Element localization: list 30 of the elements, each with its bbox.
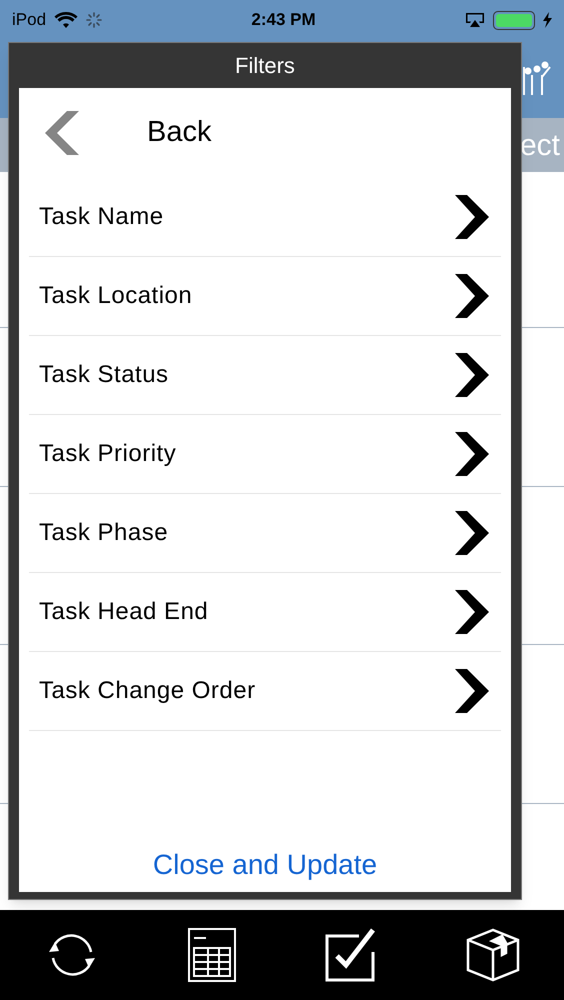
filter-item[interactable]: Task Head End bbox=[29, 573, 501, 652]
back-button[interactable]: Back bbox=[19, 88, 511, 178]
logo-icon bbox=[522, 61, 552, 97]
chevron-right-icon bbox=[455, 669, 489, 713]
wifi-icon bbox=[54, 11, 78, 29]
chevron-right-icon bbox=[455, 590, 489, 634]
spinner-icon bbox=[86, 12, 102, 28]
battery-icon bbox=[493, 10, 535, 30]
chevron-right-icon bbox=[455, 195, 489, 239]
filter-item[interactable]: Task Status bbox=[29, 336, 501, 415]
clock-time: 2:43 PM bbox=[251, 9, 316, 32]
filter-item[interactable]: Task Location bbox=[29, 257, 501, 336]
chevron-right-icon bbox=[455, 353, 489, 397]
chevron-right-icon bbox=[455, 432, 489, 476]
filter-item[interactable]: Task Change Order bbox=[29, 652, 501, 731]
checkbox-icon[interactable] bbox=[324, 928, 376, 982]
device-name: iPod bbox=[12, 9, 46, 32]
section-title: ect bbox=[520, 128, 560, 164]
chevron-right-icon bbox=[455, 511, 489, 555]
spreadsheet-icon[interactable] bbox=[188, 928, 236, 982]
airplay-icon bbox=[465, 12, 485, 28]
close-and-update-link[interactable]: Close and Update bbox=[152, 844, 378, 886]
dialog-title: Filters bbox=[235, 52, 295, 80]
package-icon[interactable] bbox=[466, 928, 520, 982]
chevron-right-icon bbox=[455, 274, 489, 318]
filter-item[interactable]: Task Priority bbox=[29, 415, 501, 494]
back-chevron-icon bbox=[45, 111, 81, 155]
filter-item[interactable]: Task Name bbox=[29, 178, 501, 257]
charging-icon bbox=[543, 12, 552, 28]
filter-item[interactable]: Task Phase bbox=[29, 494, 501, 573]
